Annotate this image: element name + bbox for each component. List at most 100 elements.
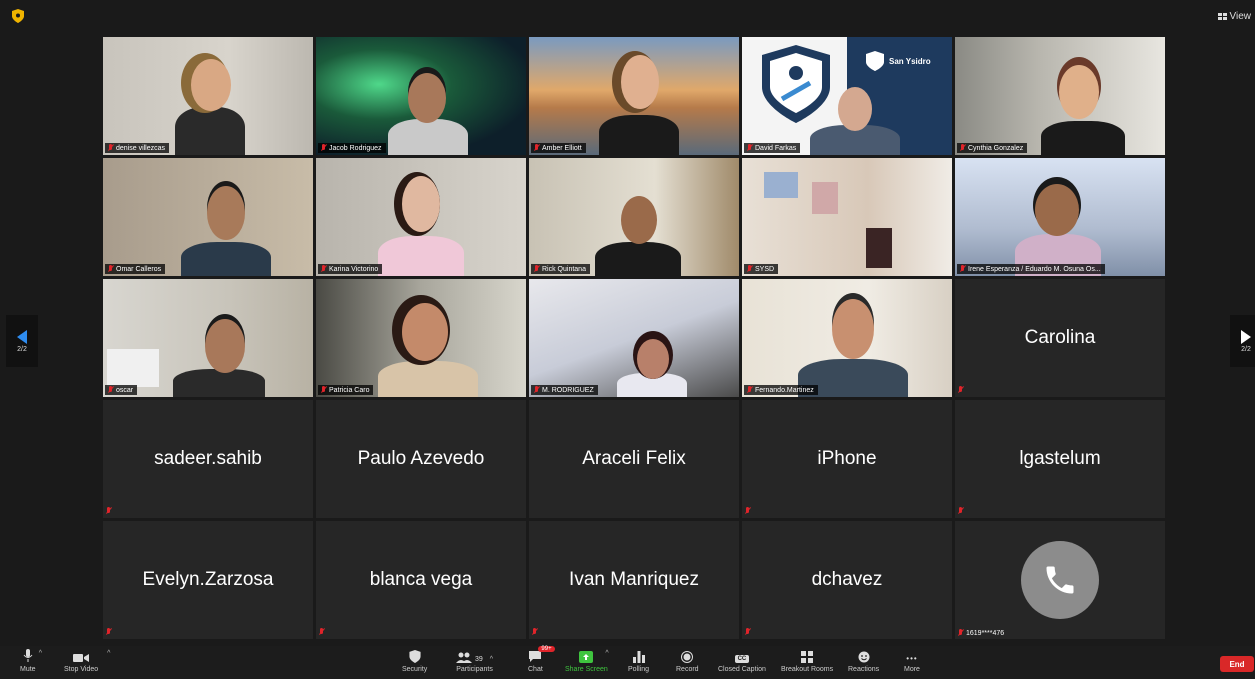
participant-name-tag: Karina Victorino	[318, 264, 383, 274]
participants-icon	[456, 652, 472, 663]
chat-icon	[529, 651, 542, 662]
muted-mic-icon	[747, 144, 752, 152]
participants-count: 39	[475, 656, 483, 663]
muted-mic-icon	[747, 265, 752, 273]
video-tile[interactable]: San Ysidro David Farkas	[742, 37, 952, 155]
phone-participant-tag: 1619****476	[958, 629, 1004, 637]
district-shield-logo	[762, 45, 830, 123]
security-button[interactable]: Security	[402, 649, 427, 673]
polling-icon	[632, 651, 645, 663]
video-tile[interactable]: Fernando.Martinez	[742, 279, 952, 397]
video-tile[interactable]: Karina Victorino	[316, 158, 526, 276]
muted-mic-icon	[745, 628, 750, 636]
breakout-rooms-button[interactable]: Breakout Rooms	[781, 649, 833, 673]
muted-mic-icon	[532, 628, 537, 636]
mute-button[interactable]: ^ Mute	[20, 649, 42, 673]
video-camera-icon	[73, 654, 90, 662]
participant-name-tag: oscar	[105, 385, 138, 395]
previous-page-button[interactable]: 2/2	[6, 315, 38, 367]
chat-button[interactable]: 99+ Chat	[528, 646, 555, 673]
left-arrow-icon	[17, 329, 27, 344]
video-tile[interactable]: Jacob Rodriguez	[316, 37, 526, 155]
participant-name-tag: denise villezcas	[105, 143, 170, 153]
name-only-tile[interactable]: sadeer.sahib	[103, 400, 313, 518]
closed-caption-icon: CC	[734, 655, 750, 663]
video-tile[interactable]: denise villezcas	[103, 37, 313, 155]
muted-mic-icon	[321, 265, 326, 273]
name-only-tile[interactable]: blanca vega	[316, 521, 526, 639]
participant-name-tag: SYSD	[744, 264, 779, 274]
participants-caret-icon[interactable]: ^	[490, 656, 493, 663]
page-indicator-right: 2/2	[1241, 345, 1251, 353]
mute-options-caret-icon[interactable]: ^	[39, 650, 42, 657]
record-button[interactable]: Record	[676, 649, 699, 673]
participant-name-tag: Amber Elliott	[531, 143, 586, 153]
name-only-tile[interactable]: Ivan Manriquez	[529, 521, 739, 639]
participant-name-tag: Irene Esperanza / Eduardo M. Osuna Os...	[957, 264, 1105, 274]
participant-display-name: Araceli Felix	[582, 448, 686, 469]
video-tile[interactable]: Patricia Caro	[316, 279, 526, 397]
share-screen-button[interactable]: ^ Share Screen	[565, 649, 609, 673]
name-only-tile[interactable]: dchavez	[742, 521, 952, 639]
phone-participant-tile[interactable]: 1619****476	[955, 521, 1165, 639]
polling-button[interactable]: Polling	[628, 649, 649, 673]
muted-mic-icon	[319, 628, 324, 636]
share-options-caret-icon[interactable]: ^	[605, 650, 608, 657]
background-logo-text: San Ysidro	[889, 56, 931, 66]
video-tile[interactable]: Amber Elliott	[529, 37, 739, 155]
microphone-icon	[23, 649, 33, 662]
view-label: View	[1229, 11, 1252, 22]
end-meeting-button[interactable]: End	[1220, 656, 1254, 672]
participant-name-tag: Omar Calleros	[105, 264, 166, 274]
participant-display-name: Carolina	[1024, 327, 1096, 348]
video-tile[interactable]: Cynthia Gonzalez	[955, 37, 1165, 155]
video-tile[interactable]: M. RODRIGUEZ	[529, 279, 739, 397]
participant-name-tag: Fernando.Martinez	[744, 385, 818, 395]
stop-video-button[interactable]: ^ Stop Video	[64, 649, 110, 673]
reactions-button[interactable]: Reactions	[848, 649, 879, 673]
video-tile[interactable]: SYSD	[742, 158, 952, 276]
video-tile[interactable]: oscar	[103, 279, 313, 397]
muted-mic-icon	[747, 386, 752, 394]
name-only-tile[interactable]: Carolina	[955, 279, 1165, 397]
security-shield-icon[interactable]	[12, 9, 24, 23]
muted-mic-icon	[958, 629, 963, 637]
muted-mic-icon	[958, 386, 963, 394]
top-bar: View	[0, 0, 1255, 32]
name-only-tile[interactable]: Araceli Felix	[529, 400, 739, 518]
view-button[interactable]: View	[1217, 11, 1252, 22]
next-page-button[interactable]: 2/2	[1230, 315, 1255, 367]
participant-display-name: Evelyn.Zarzosa	[142, 569, 274, 590]
muted-mic-icon	[106, 628, 111, 636]
muted-mic-icon	[321, 386, 326, 394]
closed-caption-button[interactable]: CC Closed Caption	[718, 649, 766, 673]
video-tile[interactable]: Omar Calleros	[103, 158, 313, 276]
participant-display-name: Paulo Azevedo	[357, 448, 485, 469]
small-shield-icon	[866, 51, 884, 71]
security-icon	[409, 650, 421, 663]
page-indicator-left: 2/2	[17, 345, 27, 353]
video-tile[interactable]: Irene Esperanza / Eduardo M. Osuna Os...	[955, 158, 1165, 276]
video-tile[interactable]: Rick Quintana	[529, 158, 739, 276]
chat-unread-badge: 99+	[538, 646, 555, 652]
name-only-tile[interactable]: iPhone	[742, 400, 952, 518]
name-only-tile[interactable]: lgastelum	[955, 400, 1165, 518]
participant-name-tag: David Farkas	[744, 143, 801, 153]
muted-mic-icon	[745, 507, 750, 515]
more-button[interactable]: ••• More	[904, 649, 920, 673]
participants-button[interactable]: 39 ^ Participants	[456, 649, 493, 673]
muted-mic-icon	[534, 265, 539, 273]
reactions-smiley-icon	[858, 651, 870, 663]
participant-name-tag: M. RODRIGUEZ	[531, 385, 598, 395]
participant-display-name: blanca vega	[369, 569, 473, 590]
participant-display-name: dchavez	[811, 569, 883, 590]
gallery-grid: denise villezcas Jacob Rodriguez Amber E…	[103, 37, 1165, 639]
printer	[107, 349, 159, 387]
wall-poster	[812, 182, 838, 214]
video-options-caret-icon[interactable]: ^	[107, 650, 110, 657]
muted-mic-icon	[958, 507, 963, 515]
participant-name-tag: Patricia Caro	[318, 385, 374, 395]
name-only-tile[interactable]: Evelyn.Zarzosa	[103, 521, 313, 639]
right-arrow-icon	[1241, 329, 1251, 344]
name-only-tile[interactable]: Paulo Azevedo	[316, 400, 526, 518]
